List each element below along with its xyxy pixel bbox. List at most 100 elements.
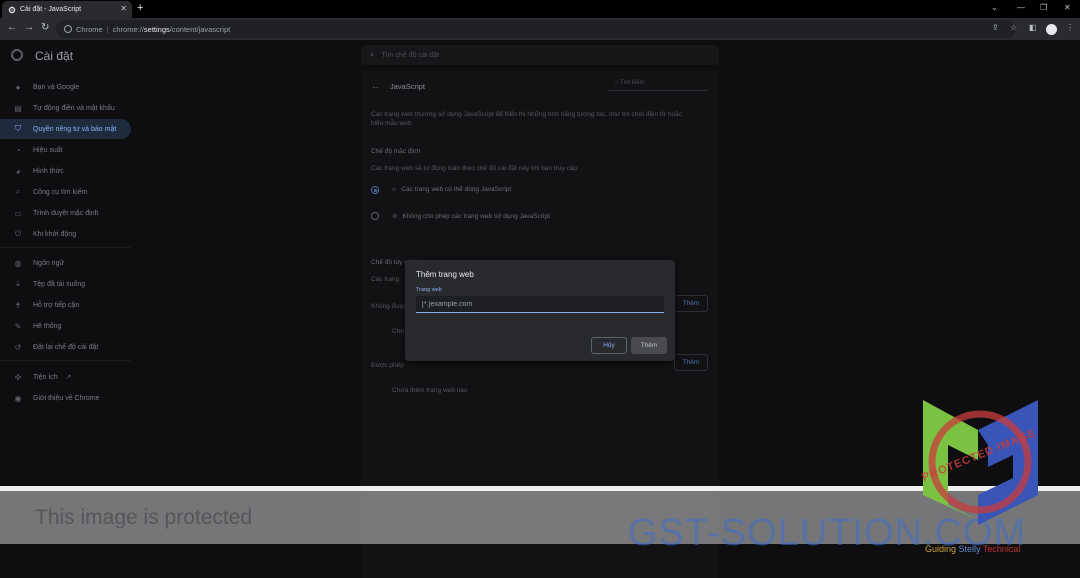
address-path-bold: settings bbox=[143, 24, 170, 34]
sidebar-item-label: Bạn và Google bbox=[33, 83, 80, 91]
new-tab-button[interactable]: + bbox=[137, 2, 143, 14]
option-allow-label: Các trang web có thể dùng JavaScript bbox=[401, 186, 512, 193]
code-icon: ‹› bbox=[392, 186, 397, 193]
sidebar-item-extensions[interactable]: ✣ Tiện ích ↗ bbox=[0, 367, 131, 387]
sidebar-item-system[interactable]: ✎ Hệ thống bbox=[0, 316, 131, 336]
maximize-icon[interactable]: ❐ bbox=[1040, 3, 1047, 12]
sidebar-item-performance[interactable]: ◔ Hiệu suất bbox=[0, 140, 131, 160]
minimize-icon[interactable]: — bbox=[1017, 3, 1025, 12]
person-icon: ● bbox=[15, 82, 21, 92]
sidebar-item-you-and-google[interactable]: ● Bạn và Google bbox=[0, 77, 131, 97]
reload-icon[interactable]: ↻ bbox=[41, 22, 49, 33]
option-block-label: Không cho phép các trang web sử dụng Jav… bbox=[402, 213, 550, 220]
sidebar-item-search-engine[interactable]: ⌕ Công cụ tìm kiếm bbox=[0, 182, 131, 202]
accessibility-icon: ✝ bbox=[14, 300, 22, 310]
close-tab-icon[interactable]: ✕ bbox=[120, 4, 127, 13]
tab-strip: Cài đặt - JavaScript ✕ + ⌄ — ❐ ✕ bbox=[0, 0, 1080, 18]
sidebar-item-label: Hình thức bbox=[33, 167, 64, 175]
cancel-button[interactable]: Hủy bbox=[591, 337, 627, 354]
forward-icon[interactable]: → bbox=[24, 22, 34, 33]
sidebar-item-label: Công cụ tìm kiếm bbox=[33, 188, 88, 196]
not-allowed-label: Không được bbox=[371, 303, 408, 310]
page-title: Cài đặt bbox=[35, 49, 74, 63]
content-search-placeholder: Tìm kiếm bbox=[619, 80, 645, 86]
sidebar-item-label: Ngôn ngữ bbox=[33, 259, 65, 267]
sidebar-item-label: Hiệu suất bbox=[33, 146, 63, 154]
sidebar-item-about-chrome[interactable]: ◉ Giới thiệu về Chrome bbox=[0, 388, 131, 408]
search-icon: ⌕ bbox=[370, 50, 375, 59]
external-link-icon: ↗ bbox=[65, 374, 72, 381]
site-input[interactable] bbox=[416, 296, 664, 313]
address-origin: Chrome bbox=[76, 24, 103, 34]
back-arrow-icon[interactable]: ← bbox=[371, 81, 380, 91]
add-not-allowed-button[interactable]: Thêm bbox=[674, 295, 708, 312]
menu-icon[interactable]: ⋮ bbox=[1066, 23, 1074, 32]
sidebar-item-appearance[interactable]: ◕ Hình thức bbox=[0, 161, 131, 181]
sidebar-item-label: Giới thiệu về Chrome bbox=[33, 394, 100, 402]
dialog-title: Thêm trang web bbox=[416, 270, 474, 279]
gear-icon bbox=[8, 6, 16, 13]
sidebar-item-autofill[interactable]: ▤ Tự động điền và mật khẩu bbox=[0, 98, 131, 118]
profile-avatar[interactable] bbox=[1046, 24, 1057, 35]
radio-block-javascript[interactable] bbox=[371, 212, 379, 220]
option-block-javascript[interactable]: ⊘ Không cho phép các trang web sử dụng Ja… bbox=[392, 212, 550, 220]
side-panel-icon[interactable]: ◧ bbox=[1029, 23, 1037, 32]
add-button[interactable]: Thêm bbox=[631, 337, 667, 354]
autofill-icon: ▤ bbox=[14, 103, 22, 113]
puzzle-icon: ✣ bbox=[14, 372, 22, 382]
add-allowed-button[interactable]: Thêm bbox=[674, 354, 708, 371]
sidebar-item-label: Hỗ trợ tiếp cận bbox=[33, 301, 80, 309]
option-allow-javascript[interactable]: ‹› Các trang web có thể dùng JavaScript bbox=[392, 186, 511, 193]
reset-icon: ↺ bbox=[14, 342, 22, 352]
sidebar-item-reset[interactable]: ↺ Đặt lại chế độ cài đặt bbox=[0, 337, 131, 357]
address-bar[interactable]: Chrome | chrome:// settings /content/jav… bbox=[56, 20, 1016, 38]
sidebar-item-label: Trình duyệt mặc định bbox=[33, 209, 99, 217]
address-path-rest: /content/javascript bbox=[169, 24, 231, 34]
tab-settings-javascript[interactable]: Cài đặt - JavaScript ✕ bbox=[2, 1, 132, 18]
protection-text: This image is protected bbox=[35, 506, 253, 529]
close-window-icon[interactable]: ✕ bbox=[1064, 3, 1071, 12]
sidebar-item-label: Hệ thống bbox=[33, 322, 62, 330]
custom-behavior-desc: Các trang bbox=[371, 276, 400, 283]
section-title: JavaScript bbox=[390, 82, 426, 91]
bookmark-star-icon[interactable]: ☆ bbox=[1010, 23, 1017, 32]
brand-tagline: Guiding Stelly Technical bbox=[925, 544, 1020, 554]
sidebar-item-label: Tự động điền và mật khẩu bbox=[33, 104, 115, 112]
default-behavior-heading: Chế độ mặc định bbox=[371, 148, 421, 155]
palette-icon: ◕ bbox=[15, 166, 21, 176]
sidebar-item-default-browser[interactable]: ▭ Trình duyệt mặc định bbox=[0, 203, 131, 223]
wrench-icon: ✎ bbox=[14, 321, 22, 331]
sidebar-item-label: Tiện ích bbox=[33, 373, 58, 381]
download-icon: ⤓ bbox=[16, 279, 20, 288]
code-off-icon: ⊘ bbox=[392, 213, 398, 220]
share-icon[interactable]: ⇪ bbox=[992, 23, 999, 32]
intro-text-line1: Các trang web thường sử dụng JavaScript … bbox=[371, 111, 682, 118]
add-site-dialog: Thêm trang web Trang web Hủy Thêm bbox=[405, 260, 675, 361]
chrome-icon: ◉ bbox=[14, 393, 22, 403]
sidebar-item-label: Tệp đã tải xuống bbox=[33, 280, 86, 288]
sidebar-item-languages[interactable]: ◍ Ngôn ngữ bbox=[0, 253, 131, 273]
address-separator: | bbox=[106, 24, 109, 34]
search-icon: ⌕ bbox=[15, 187, 21, 196]
sidebar-item-label: Khi khởi động bbox=[33, 230, 77, 238]
sidebar-item-privacy[interactable]: ⛉ Quyền riêng tư và bảo mật bbox=[0, 119, 131, 139]
back-icon[interactable]: ← bbox=[7, 22, 17, 33]
sidebar-item-label: Đặt lại chế độ cài đặt bbox=[33, 343, 99, 351]
radio-allow-javascript[interactable] bbox=[371, 186, 379, 194]
settings-search[interactable]: ⌕ Tìm chế độ cài đặt bbox=[361, 45, 719, 65]
content-search-input[interactable]: ⌕ Tìm kiếm bbox=[609, 80, 707, 91]
tab-search-icon[interactable]: ⌄ bbox=[991, 3, 998, 12]
sidebar-item-downloads[interactable]: ⤓ Tệp đã tải xuống bbox=[0, 274, 131, 294]
tagline-part-b: Stelly bbox=[958, 544, 981, 554]
sidebar-item-accessibility[interactable]: ✝ Hỗ trợ tiếp cận bbox=[0, 295, 131, 315]
power-icon: ⏻ bbox=[14, 229, 22, 238]
speed-icon: ◔ bbox=[15, 145, 21, 155]
default-behavior-desc: Các trang web sẽ tự động tuân theo chế đ… bbox=[371, 165, 577, 172]
address-scheme: chrome:// bbox=[112, 24, 144, 34]
sidebar-item-on-startup[interactable]: ⏻ Khi khởi động bbox=[0, 224, 131, 244]
sidebar-divider bbox=[0, 247, 131, 248]
tagline-part-a: Guiding bbox=[925, 544, 957, 554]
intro-text-line2: biểu mẫu web bbox=[371, 120, 412, 127]
allowed-empty-text: Chưa thêm trang web nào bbox=[392, 387, 468, 394]
globe-icon: ◍ bbox=[14, 258, 22, 268]
